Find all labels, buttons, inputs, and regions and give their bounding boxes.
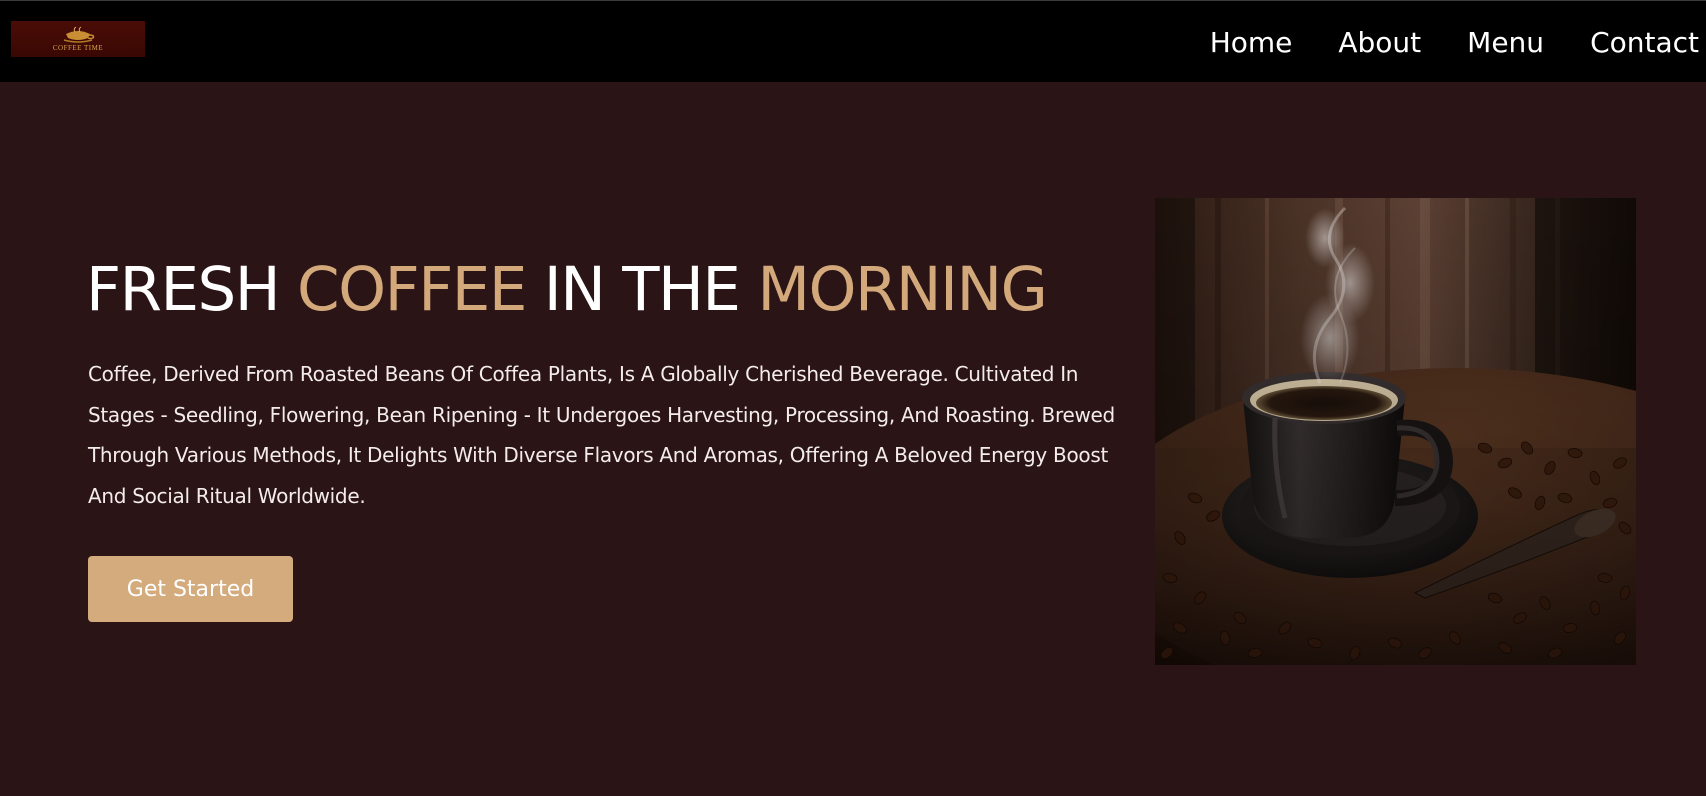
navbar: COFFEE TIME Home About Menu Contact [0, 0, 1706, 82]
hero-title-accent-coffee: COFFEE [297, 254, 527, 325]
hero-title-part2: IN THE [525, 254, 758, 325]
nav-home[interactable]: Home [1210, 26, 1293, 59]
hero-title: FRESH COFFEE IN THE MORNING [86, 254, 1048, 326]
nav-contact[interactable]: Contact [1590, 26, 1699, 59]
hero-title-accent-morning: MORNING [757, 254, 1048, 325]
hero-title-part1: FRESH [86, 254, 297, 325]
coffee-cup-photo [1155, 198, 1636, 665]
get-started-button[interactable]: Get Started [88, 556, 293, 622]
coffee-cup-illustration-icon [1155, 198, 1636, 665]
main-nav: Home About Menu Contact [1210, 1, 1699, 83]
hero-description: Coffee, Derived From Roasted Beans Of Co… [88, 362, 1115, 509]
coffee-cup-logo-icon [58, 26, 98, 44]
logo-text: COFFEE TIME [52, 44, 104, 52]
nav-menu[interactable]: Menu [1467, 26, 1544, 59]
logo[interactable]: COFFEE TIME [11, 21, 145, 57]
nav-about[interactable]: About [1338, 26, 1421, 59]
